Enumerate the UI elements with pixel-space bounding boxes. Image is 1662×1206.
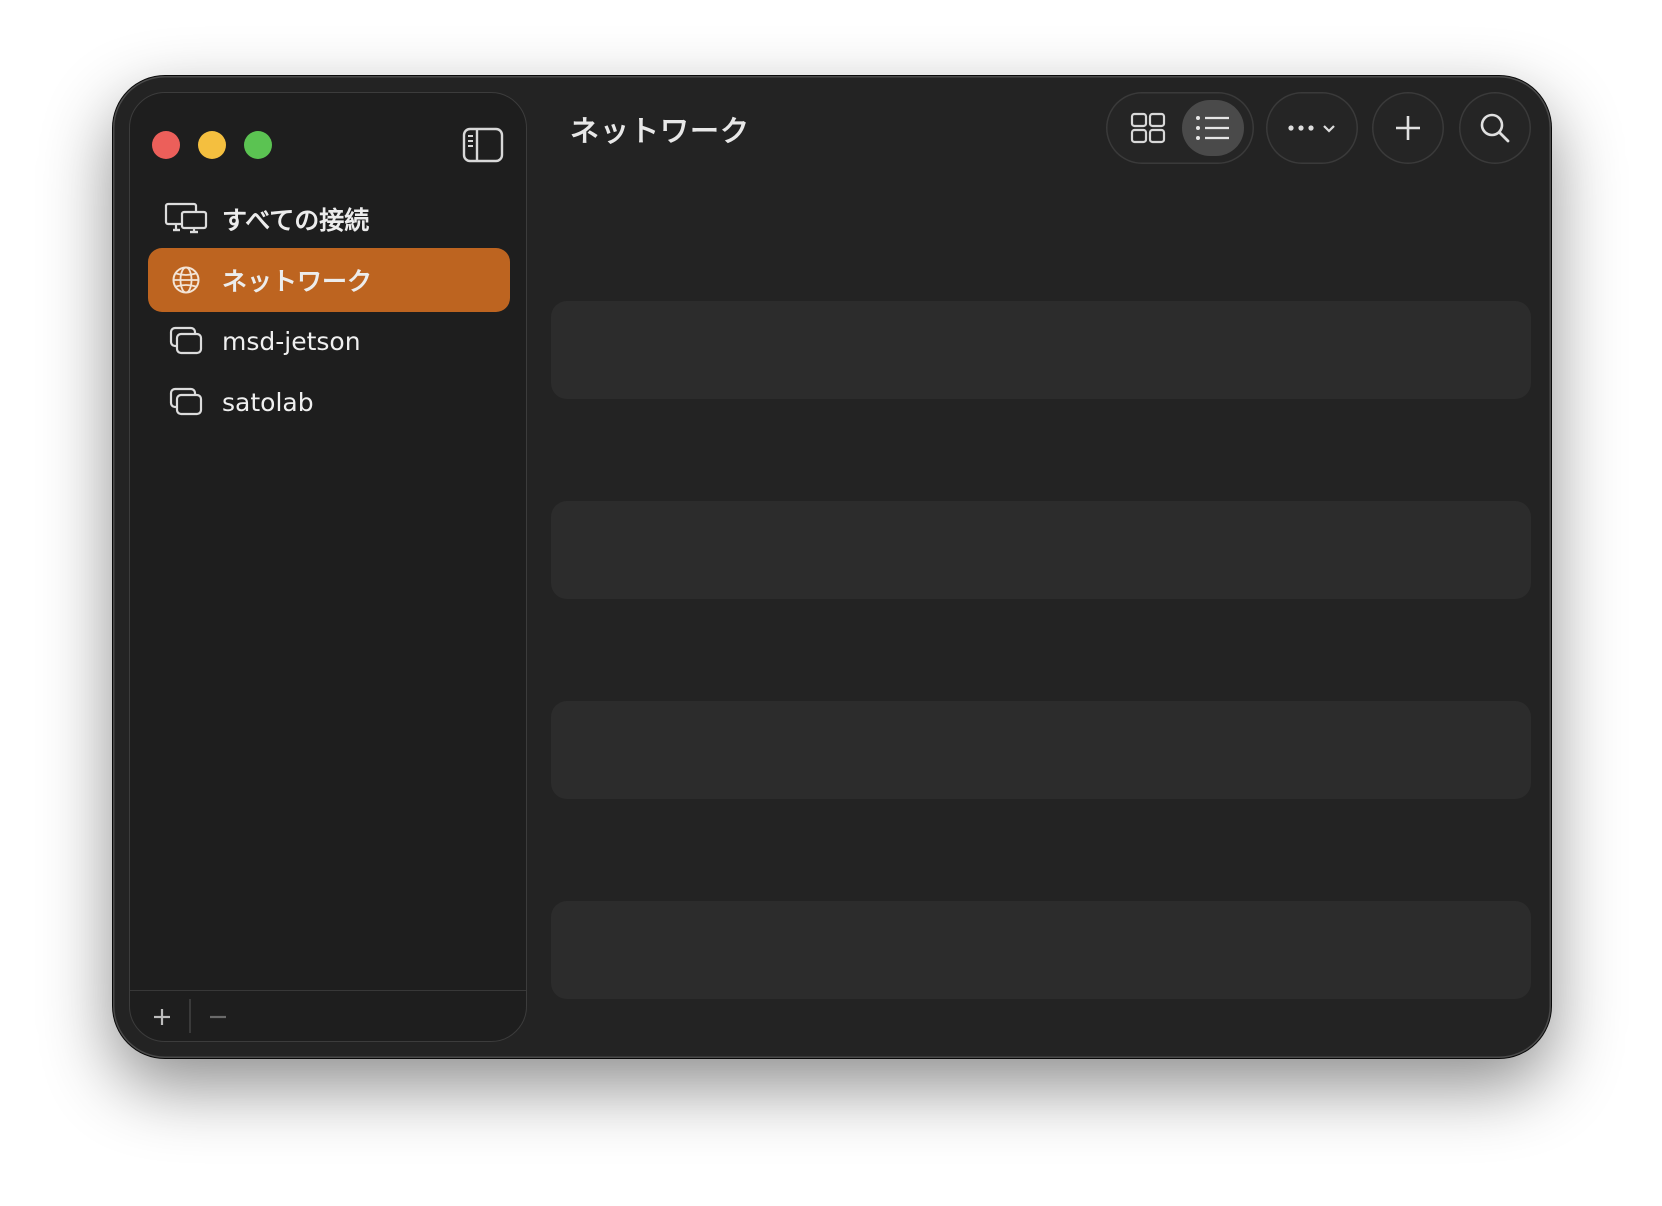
all-connections-icon [164, 199, 208, 239]
minimize-window-button[interactable] [198, 131, 226, 159]
sidebar: すべての接続 ネットワーク msd-jetson satolab [129, 92, 527, 1042]
window-stack-icon [164, 382, 208, 422]
view-mode-toggle [1106, 92, 1254, 164]
app-window: すべての接続 ネットワーク msd-jetson satolab ネットワーク [113, 76, 1551, 1058]
sidebar-toggle-icon[interactable] [462, 125, 504, 165]
add-button[interactable] [1372, 92, 1444, 164]
magnifying-glass-icon [1480, 113, 1510, 143]
grid-icon [1130, 112, 1166, 144]
footer-divider [189, 999, 191, 1033]
sidebar-item-label: satolab [222, 387, 314, 417]
connection-row-placeholder[interactable] [551, 701, 1531, 799]
minus-icon [210, 1015, 226, 1019]
plus-icon [154, 1009, 170, 1025]
sidebar-item-label: ネットワーク [222, 267, 373, 296]
sidebar-item-label: msd-jetson [222, 326, 361, 356]
globe-icon [164, 260, 208, 300]
window-stack-icon [164, 321, 208, 361]
sidebar-item-network[interactable]: ネットワーク [148, 248, 510, 312]
connection-row-placeholder[interactable] [551, 501, 1531, 599]
add-connection-button[interactable] [150, 1005, 174, 1029]
ellipsis-chevron-icon [1288, 125, 1335, 133]
sidebar-item-satolab[interactable]: satolab [148, 370, 510, 434]
connection-row-placeholder[interactable] [551, 301, 1531, 399]
sidebar-item-all-connections[interactable]: すべての接続 [148, 187, 510, 251]
more-options-button[interactable] [1266, 92, 1358, 164]
plus-icon [1396, 116, 1420, 140]
grid-view-button[interactable] [1118, 100, 1178, 156]
remove-connection-button[interactable] [206, 1005, 230, 1029]
maximize-window-button[interactable] [244, 131, 272, 159]
connection-row-placeholder[interactable] [551, 901, 1531, 999]
sidebar-item-msd-jetson[interactable]: msd-jetson [148, 309, 510, 373]
sidebar-footer [130, 990, 526, 1041]
list-icon [1196, 116, 1229, 140]
list-view-button[interactable] [1182, 100, 1244, 156]
page-title: ネットワーク [570, 114, 751, 148]
search-button[interactable] [1459, 92, 1531, 164]
sidebar-item-label: すべての接続 [222, 206, 370, 235]
close-window-button[interactable] [152, 131, 180, 159]
